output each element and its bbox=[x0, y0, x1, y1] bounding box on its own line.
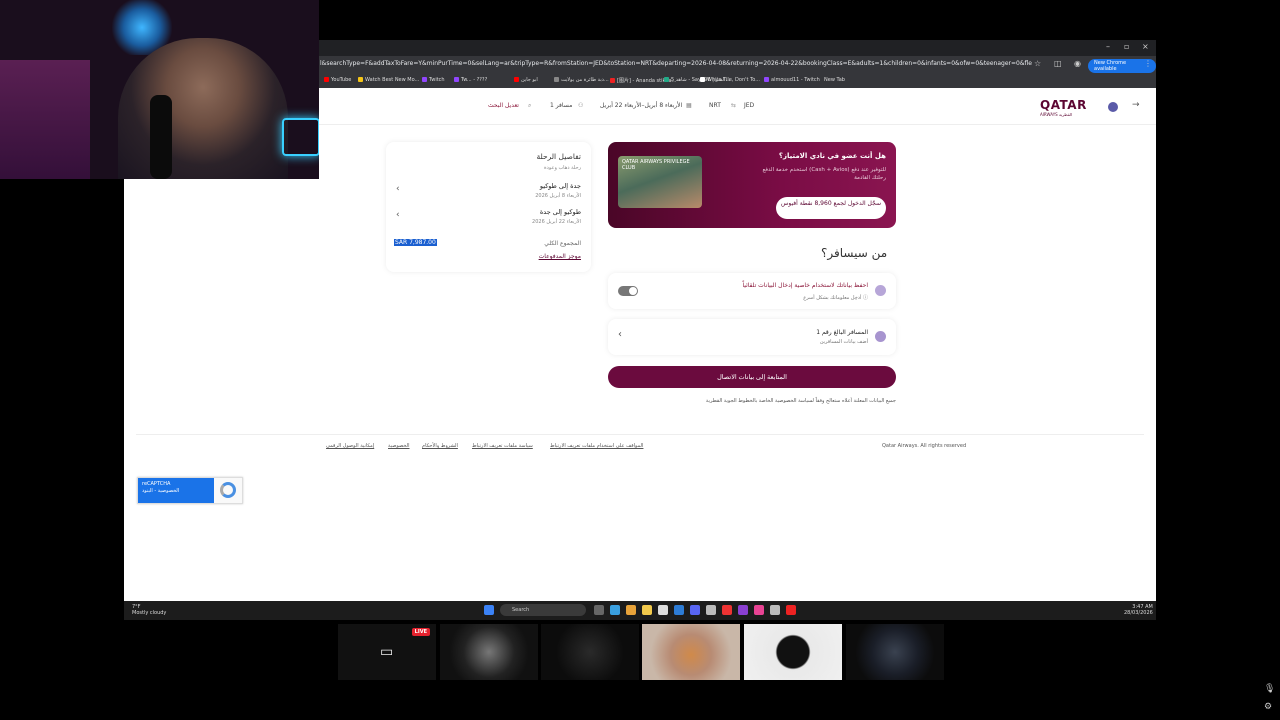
taskbar-clock[interactable]: 3:47 AM 28/03/2026 bbox=[1124, 604, 1153, 616]
explorer-icon[interactable] bbox=[642, 605, 652, 615]
payments-summary-link[interactable]: موجز المدفوعات bbox=[539, 253, 581, 260]
sparkle-icon bbox=[875, 285, 886, 296]
recaptcha-text: الخصوصية - البنود bbox=[142, 488, 180, 494]
footer-link-cookie-policy[interactable]: سياسة ملفات تعريف الارتباط bbox=[472, 443, 533, 449]
participant-tile-5[interactable] bbox=[744, 624, 842, 680]
route-to: NRT bbox=[709, 102, 721, 109]
leg1-route: جدة إلى طوكيو bbox=[539, 182, 581, 190]
passenger-count: 1 مسافر bbox=[550, 102, 573, 109]
bookmark-9[interactable]: almouud11 - Twitch bbox=[764, 77, 820, 83]
bookmark-tw[interactable]: Tw... - ???? bbox=[454, 77, 487, 83]
chrome-icon[interactable] bbox=[626, 605, 636, 615]
menu-icon[interactable]: ⋮ bbox=[1144, 59, 1152, 68]
bookmark-star-icon[interactable]: ☆ bbox=[1034, 59, 1041, 68]
maximize-icon[interactable]: ▫ bbox=[1124, 42, 1129, 51]
footer-link-privacy[interactable]: الخصوصية bbox=[388, 443, 410, 449]
autofill-subtitle: أدخِل معلوماتك بشكل أسرع ⓘ bbox=[803, 295, 868, 301]
continue-to-contact-button[interactable]: المتابعة إلى بيانات الاتصال bbox=[608, 366, 896, 388]
privilege-club-promo: QATAR AIRWAYS PRIVILEGE CLUB هل أنت عضو … bbox=[608, 142, 896, 228]
bookmark-twitch[interactable]: Twitch bbox=[422, 77, 445, 83]
settings-icon[interactable]: ⚙ bbox=[1264, 702, 1272, 712]
live-badge: LIVE bbox=[411, 628, 430, 636]
promo-title: هل أنت عضو في نادي الامتياز؟ bbox=[778, 152, 886, 160]
participant-tile-2[interactable] bbox=[440, 624, 538, 680]
autofill-toggle[interactable] bbox=[618, 286, 638, 296]
privilege-card-image: QATAR AIRWAYS PRIVILEGE CLUB bbox=[618, 156, 702, 208]
copyright: Qatar Airways. All rights reserved bbox=[882, 443, 967, 449]
close-icon[interactable]: × bbox=[1142, 42, 1149, 51]
adult-passenger-title: المسافر البالغ رقم 1 bbox=[816, 329, 868, 336]
autofill-title: احفظ بياناتك لاستخدام خاصية إدخال البيان… bbox=[742, 282, 868, 289]
leg2-route: طوكيو إلى جدة bbox=[539, 208, 581, 216]
calendar-icon: ▦ bbox=[686, 102, 692, 109]
trip-title: تفاصيل الرحلة bbox=[536, 152, 581, 161]
total-value: SAR 7,987.00 bbox=[394, 239, 437, 246]
total-label: المجموع الكلي bbox=[544, 240, 581, 247]
bookmark-8[interactable]: White Tile, Don't To... bbox=[700, 77, 760, 83]
app-icon-3[interactable] bbox=[706, 605, 716, 615]
taskbar: 7°F Mostly cloudy Search 3:47 AM 28/03/202… bbox=[124, 601, 1156, 620]
weather-widget[interactable]: 7°F Mostly cloudy bbox=[132, 604, 166, 616]
login-avios-button[interactable]: سجّل الدخول لجمع 8,960 نقطة أفيوس bbox=[776, 197, 886, 219]
leg1-date: الأربعاء 8 أبريل 2026 bbox=[535, 193, 581, 199]
adult-passenger-subtitle: أضف بيانات المسافرين bbox=[819, 339, 868, 345]
modify-search-link[interactable]: تعديل البحث bbox=[488, 102, 519, 109]
passenger-avatar-icon bbox=[875, 331, 886, 342]
footer-link-accessibility[interactable]: إمكانية الوصول الرقمي bbox=[326, 443, 374, 449]
url-text[interactable]: l&searchType=F&addTaxToFare=Y&minPurTime… bbox=[320, 60, 1032, 67]
adult-passenger-row[interactable]: المسافر البالغ رقم 1 أضف بيانات المسافري… bbox=[608, 319, 896, 355]
travel-dates: الأربعاء 8 أبريل–الأربعاء 22 أبريل bbox=[600, 102, 683, 109]
monitor-icon: ▭ bbox=[380, 644, 394, 660]
app-icon-8[interactable] bbox=[786, 605, 796, 615]
trip-details-card: تفاصيل الرحلة رحلة ذهاب وعودة جدة إلى طو… bbox=[386, 142, 591, 272]
bookmark-5[interactable]: ذبة طائرة من يولايت... bbox=[554, 77, 609, 83]
copilot-icon[interactable] bbox=[610, 605, 620, 615]
privacy-note: جميع البيانات المعلنة أعلاه ستعالج وفقاً… bbox=[705, 398, 896, 404]
footer-link-cookies-consent[interactable]: المواقف على استخدام ملفات تعريف الارتباط bbox=[550, 443, 643, 449]
bookmark-4[interactable]: ابو جاين bbox=[514, 77, 538, 83]
participant-tile-6[interactable] bbox=[846, 624, 944, 680]
promo-description: استخدم خدمة الدفع (Cash + Avios) للتوفير… bbox=[762, 167, 886, 181]
app-icon-6[interactable] bbox=[754, 605, 764, 615]
account-avatar[interactable] bbox=[1108, 102, 1118, 112]
webcam-overlay bbox=[0, 0, 319, 179]
store-icon[interactable] bbox=[658, 605, 668, 615]
task-view-icon[interactable] bbox=[594, 605, 604, 615]
participant-tile-4[interactable] bbox=[642, 624, 740, 680]
minimize-icon[interactable]: – bbox=[1106, 42, 1110, 51]
participant-tile-screen[interactable]: LIVE ▭ bbox=[338, 624, 436, 680]
footer-link-terms[interactable]: الشروط والأحكام bbox=[422, 443, 458, 449]
bookmark-movies[interactable]: Watch Best New Mo... bbox=[358, 77, 419, 83]
recaptcha-title: reCAPTCHA bbox=[142, 481, 171, 487]
recaptcha-badge[interactable]: reCAPTCHA الخصوصية - البنود bbox=[137, 477, 243, 504]
start-icon[interactable] bbox=[484, 605, 494, 615]
extension-icon[interactable]: ◫ bbox=[1054, 59, 1062, 68]
leg2-date: الأربعاء 22 أبريل 2026 bbox=[532, 219, 581, 225]
autofill-row: احفظ بياناتك لاستخدام خاصية إدخال البيان… bbox=[608, 273, 896, 309]
chevron-left-icon[interactable]: ‹ bbox=[618, 329, 622, 340]
trip-type: رحلة ذهاب وعودة bbox=[544, 165, 581, 171]
leg2-chevron-icon[interactable]: ‹ bbox=[396, 210, 400, 220]
recaptcha-icon bbox=[220, 482, 236, 498]
footer-divider bbox=[136, 434, 1144, 435]
participant-tile-3[interactable] bbox=[541, 624, 639, 680]
taskbar-search[interactable]: Search bbox=[500, 604, 586, 616]
app-icon-5[interactable] bbox=[738, 605, 748, 615]
qatar-logo[interactable]: QATAR AIRWAYS القطرية bbox=[1040, 98, 1087, 117]
microphone-icon[interactable]: 🎙 bbox=[1264, 684, 1275, 694]
arrow-right-icon[interactable]: → bbox=[1132, 100, 1140, 110]
app-icon-1[interactable] bbox=[674, 605, 684, 615]
app-icon-4[interactable] bbox=[722, 605, 732, 615]
who-travels-heading: من سيسافر؟ bbox=[821, 246, 888, 260]
app-icon-2[interactable] bbox=[690, 605, 700, 615]
route-from: JED bbox=[744, 102, 755, 109]
swap-arrow-icon: ⇆ bbox=[731, 102, 737, 109]
passenger-icon: ⚇ bbox=[578, 102, 584, 109]
leg1-chevron-icon[interactable]: ‹ bbox=[396, 184, 400, 194]
search-icon: ⌕ bbox=[528, 102, 532, 109]
bookmark-newtab[interactable]: New Tab bbox=[824, 77, 845, 83]
bookmark-youtube[interactable]: YouTube bbox=[324, 77, 351, 83]
app-icon-7[interactable] bbox=[770, 605, 780, 615]
profile-icon[interactable]: ◉ bbox=[1074, 59, 1081, 68]
